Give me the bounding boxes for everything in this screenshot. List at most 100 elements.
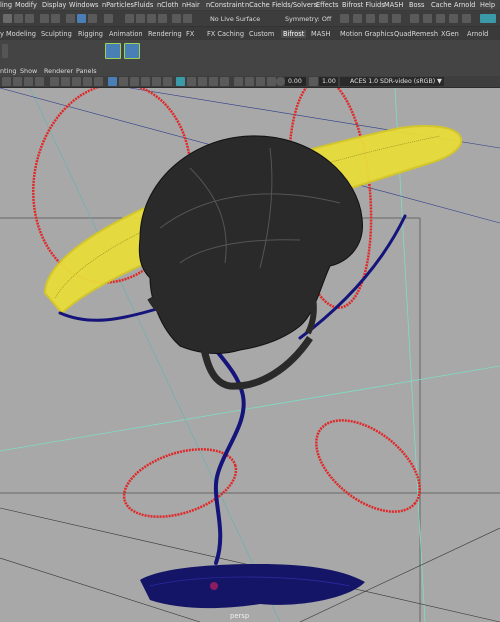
textured-icon[interactable] xyxy=(152,77,161,86)
chevron-down-icon[interactable]: ▼ xyxy=(437,77,442,85)
bifrost-graph-icon[interactable] xyxy=(105,43,121,59)
menu-item-mash[interactable]: MASH xyxy=(384,1,403,9)
use-all-lights-icon[interactable] xyxy=(163,77,172,86)
tab-motion-graphics[interactable]: Motion Graphics xyxy=(340,30,394,38)
film-gate-icon[interactable] xyxy=(61,77,70,86)
pause-icon[interactable] xyxy=(449,14,458,23)
panel-menu-renderer[interactable]: Renderer xyxy=(44,67,73,75)
workspace-icon[interactable] xyxy=(480,14,496,23)
depth-of-field-icon[interactable] xyxy=(220,77,229,86)
select-camera-icon[interactable] xyxy=(2,77,11,86)
menu-item-help[interactable]: Help xyxy=(480,1,495,9)
xray-components-icon[interactable] xyxy=(267,77,276,86)
open-scene-icon[interactable] xyxy=(14,14,23,23)
tab-arnold[interactable]: Arnold xyxy=(467,30,488,38)
color-space-dropdown[interactable]: ACES 1.0 SDR-video (sRGB) xyxy=(340,77,444,86)
select-hierarchy-icon[interactable] xyxy=(66,14,75,23)
new-scene-icon[interactable] xyxy=(3,14,12,23)
hypershade-icon[interactable] xyxy=(379,14,388,23)
menu-item-fields-solvers[interactable]: Fields/Solvers xyxy=(272,1,317,9)
panel-menu-lighting[interactable]: nting xyxy=(0,67,16,75)
menu-item-bifrost-fluids[interactable]: Bifrost Fluids xyxy=(342,1,385,9)
gate-mask-icon[interactable] xyxy=(83,77,92,86)
tab-animation[interactable]: Animation xyxy=(109,30,143,38)
panel-menu-show[interactable]: Show xyxy=(20,67,37,75)
tab-quadremesh[interactable]: QuadRemesh xyxy=(394,30,438,38)
field-chart-icon[interactable] xyxy=(94,77,103,86)
image-plane-icon[interactable] xyxy=(35,77,44,86)
snap-view-plane-icon[interactable] xyxy=(147,14,156,23)
render-settings-icon[interactable] xyxy=(366,14,375,23)
arnold-ipr-icon[interactable] xyxy=(423,14,432,23)
bifrost-browser-icon[interactable] xyxy=(124,43,140,59)
default-material-icon[interactable] xyxy=(130,77,139,86)
gamma-field[interactable]: 1.00 xyxy=(319,77,338,86)
arnold-render-icon[interactable] xyxy=(410,14,419,23)
xray-icon[interactable] xyxy=(245,77,254,86)
menu-item-fluids[interactable]: Fluids xyxy=(134,1,153,9)
history-icon[interactable] xyxy=(172,14,181,23)
xray-joints-icon[interactable] xyxy=(256,77,265,86)
undo-icon[interactable] xyxy=(40,14,49,23)
shelf-options-icon[interactable] xyxy=(2,44,8,58)
tab-fx-caching[interactable]: FX Caching xyxy=(207,30,244,38)
tab-rendering[interactable]: Rendering xyxy=(148,30,182,38)
menu-item-display[interactable]: Display xyxy=(42,1,66,9)
play-icon[interactable] xyxy=(436,14,445,23)
ipr-render-icon[interactable] xyxy=(353,14,362,23)
resolution-gate-icon[interactable] xyxy=(72,77,81,86)
menu-item-nconstraint[interactable]: nConstraint xyxy=(206,1,244,9)
motion-blur-icon[interactable] xyxy=(198,77,207,86)
tab-mash[interactable]: MASH xyxy=(311,30,330,38)
save-scene-icon[interactable] xyxy=(25,14,34,23)
menu-item-cache[interactable]: Cache xyxy=(431,1,452,9)
screen-space-ao-icon[interactable] xyxy=(187,77,196,86)
menu-item-windows[interactable]: Windows xyxy=(69,1,98,9)
symmetry-dropdown[interactable]: Symmetry: Off xyxy=(285,15,331,23)
snap-point-icon[interactable] xyxy=(136,14,145,23)
tab-rigging[interactable]: Rigging xyxy=(78,30,103,38)
menu-item-arnold[interactable]: Arnold xyxy=(454,1,475,9)
menu-item-ncache[interactable]: nCache xyxy=(245,1,270,9)
tab-custom[interactable]: Custom xyxy=(249,30,274,38)
panel-menu-panels[interactable]: Panels xyxy=(76,67,97,75)
stop-icon[interactable] xyxy=(462,14,471,23)
select-component-icon[interactable] xyxy=(88,14,97,23)
panel-toolbar: 0.00 1.00 ACES 1.0 SDR-video (sRGB) ▼ xyxy=(0,76,500,88)
snap-curve-icon[interactable] xyxy=(125,14,134,23)
render-icon[interactable] xyxy=(340,14,349,23)
tab-modeling[interactable]: y Modeling xyxy=(0,30,36,38)
exposure-field[interactable]: 0.00 xyxy=(285,77,306,86)
smooth-shade-icon[interactable] xyxy=(119,77,128,86)
input-output-icon[interactable] xyxy=(183,14,192,23)
isolate-select-icon[interactable] xyxy=(234,77,243,86)
bookmark-icon[interactable] xyxy=(24,77,33,86)
render-view-icon[interactable] xyxy=(392,14,401,23)
camera-attributes-icon[interactable] xyxy=(13,77,22,86)
menu-item-ncloth[interactable]: nCloth xyxy=(157,1,178,9)
select-object-icon[interactable] xyxy=(77,14,86,23)
wireframe-icon[interactable] xyxy=(108,77,117,86)
tab-xgen[interactable]: XGen xyxy=(441,30,459,38)
live-surface-dropdown[interactable]: No Live Surface xyxy=(210,15,260,23)
multisample-aa-icon[interactable] xyxy=(209,77,218,86)
redo-icon[interactable] xyxy=(51,14,60,23)
exposure-icon[interactable] xyxy=(276,77,285,86)
menu-item-modify[interactable]: Modify xyxy=(15,1,37,9)
make-live-icon[interactable] xyxy=(158,14,167,23)
tab-sculpting[interactable]: Sculpting xyxy=(41,30,72,38)
camera-label: persp xyxy=(230,612,250,620)
shadows-icon[interactable] xyxy=(176,77,185,86)
snap-grid-icon[interactable] xyxy=(104,14,113,23)
persp-viewport[interactable]: persp xyxy=(0,88,500,622)
gamma-icon[interactable] xyxy=(309,77,318,86)
grid-toggle-icon[interactable] xyxy=(50,77,59,86)
menu-item-effects[interactable]: Effects xyxy=(316,1,338,9)
menu-item-boss[interactable]: Boss xyxy=(409,1,424,9)
wireframe-on-shaded-icon[interactable] xyxy=(141,77,150,86)
menu-item-nhair[interactable]: nHair xyxy=(182,1,200,9)
menu-item-nparticles[interactable]: nParticles xyxy=(102,1,134,9)
tab-bifrost[interactable]: Bifrost xyxy=(281,30,307,38)
menu-item-modeling[interactable]: ling xyxy=(0,1,12,9)
tab-fx[interactable]: FX xyxy=(186,30,194,38)
